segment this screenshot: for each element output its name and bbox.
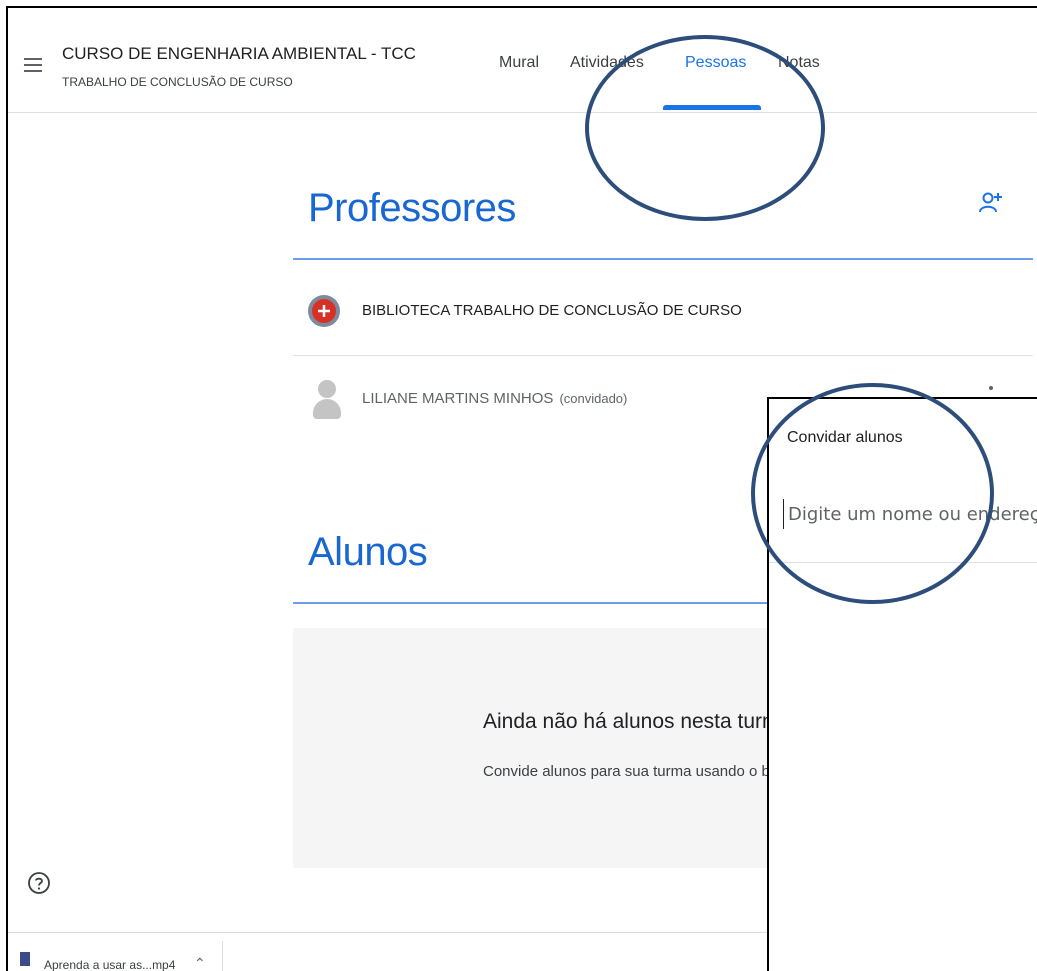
avatar-library xyxy=(308,295,340,327)
video-file-icon xyxy=(20,952,30,966)
download-file-label[interactable]: Aprenda a usar as...mp4 xyxy=(44,958,175,971)
active-tab-indicator xyxy=(663,105,761,110)
help-icon[interactable] xyxy=(27,871,51,895)
class-subtitle: TRABALHO DE CONCLUSÃO DE CURSO xyxy=(62,75,293,89)
tab-mural[interactable]: Mural xyxy=(499,54,539,72)
teacher-name-library: BIBLIOTECA TRABALHO DE CONCLUSÃO DE CURS… xyxy=(362,302,742,319)
download-separator xyxy=(222,941,223,971)
invited-teacher-name: LILIANE MARTINS MINHOS xyxy=(362,390,554,407)
teacher-name-invited: LILIANE MARTINS MINHOS (convidado) xyxy=(362,390,627,407)
tab-pessoas[interactable]: Pessoas xyxy=(685,54,746,72)
top-bar: CURSO DE ENGENHARIA AMBIENTAL - TCC TRAB… xyxy=(8,8,1037,113)
hamburger-menu-icon[interactable] xyxy=(24,58,42,72)
students-divider xyxy=(293,602,773,604)
tab-notas[interactable]: Notas xyxy=(778,54,820,72)
invited-tag: (convidado) xyxy=(559,391,628,406)
tab-atividades[interactable]: Atividades xyxy=(570,54,644,72)
invite-name-input[interactable] xyxy=(783,499,1037,529)
invite-students-dialog: Convidar alunos xyxy=(767,397,1037,971)
chevron-up-icon[interactable]: ⌃ xyxy=(194,955,206,971)
class-title: CURSO DE ENGENHARIA AMBIENTAL - TCC xyxy=(62,44,416,63)
dialog-title: Convidar alunos xyxy=(787,429,903,446)
empty-students-title: Ainda não há alunos nesta turma xyxy=(483,710,792,733)
invite-teacher-icon[interactable] xyxy=(978,189,1004,215)
students-heading: Alunos xyxy=(308,530,428,574)
empty-students-description: Convide alunos para sua turma usando o b… xyxy=(483,763,779,780)
more-options-icon[interactable] xyxy=(989,386,993,390)
teachers-heading: Professores xyxy=(308,186,516,230)
dialog-divider xyxy=(769,562,1037,563)
teachers-divider xyxy=(293,258,1033,260)
avatar-placeholder xyxy=(311,380,343,420)
classroom-window: CURSO DE ENGENHARIA AMBIENTAL - TCC TRAB… xyxy=(6,6,1037,971)
row-divider xyxy=(293,355,1033,356)
